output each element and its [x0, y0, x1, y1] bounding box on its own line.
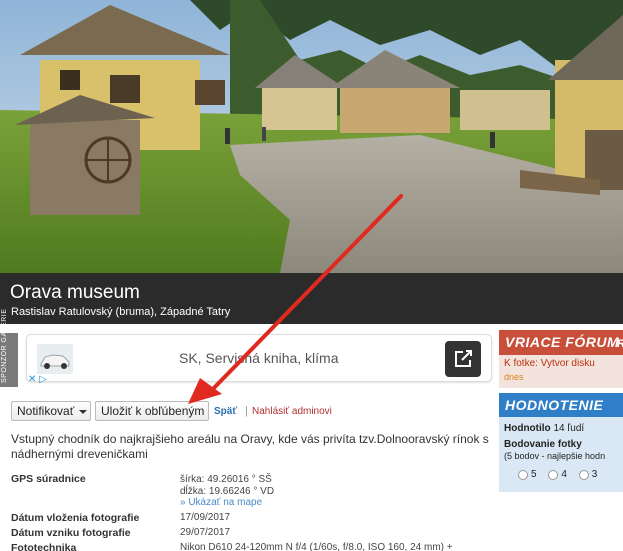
- open-external-icon[interactable]: [445, 341, 481, 377]
- ad-car-image: [37, 344, 73, 374]
- report-admin-link[interactable]: Nahlásiť adminovi: [252, 406, 332, 417]
- scoring-hint: (5 bodov - najlepšie hodn: [504, 451, 606, 461]
- separator: |: [245, 405, 248, 417]
- photo-description: Vstupný chodník do najkrajšieho areálu n…: [11, 432, 489, 461]
- sponsor-label: SPONZOR GALERIE: [0, 309, 18, 387]
- hero-photo[interactable]: [0, 0, 623, 273]
- photo-title: Orava museum: [10, 282, 140, 303]
- rating-header: HODNOTENIE: [499, 393, 623, 417]
- created-date-label: Dátum vzniku fotografie: [11, 527, 131, 539]
- created-date-value: 29/07/2017: [180, 527, 231, 538]
- notify-dropdown-button[interactable]: Notifikovať: [11, 401, 91, 421]
- forum-post-link[interactable]: K fotke: Vytvor disku: [504, 358, 595, 369]
- ad-choices-icon[interactable]: ✕ ▷: [28, 374, 47, 385]
- rating-radio-3[interactable]: [578, 469, 589, 480]
- rating-radio-5[interactable]: [518, 469, 528, 480]
- scoring-label: Bodovanie fotky: [504, 439, 582, 450]
- gps-longitude: dĺžka: 19.66246 ° VD: [180, 486, 275, 497]
- back-link[interactable]: Späť: [214, 406, 237, 417]
- chevron-down-icon: [79, 409, 88, 414]
- forum-panel: K fotke: Vytvor disku dnes: [499, 355, 623, 388]
- rating-radio-4[interactable]: [548, 469, 559, 480]
- forum-header[interactable]: VRIACE FÓRUM R: [499, 330, 623, 355]
- upload-date-value: 17/09/2017: [180, 512, 231, 523]
- photo-title-bar: Orava museum Rastislav Ratulovský (bruma…: [0, 273, 623, 324]
- ad-banner[interactable]: SK, Servisná kniha, klíma: [26, 334, 492, 382]
- photo-author[interactable]: Rastislav Ratulovský (bruma), Západné Ta…: [11, 306, 230, 318]
- technique-label: Fototechnika: [11, 542, 77, 551]
- technique-value: Nikon D610 24-120mm N f/4 (1/60s, f/8.0,…: [180, 542, 453, 551]
- save-to-favorites-button[interactable]: Uložiť k obľúbeným: [95, 401, 209, 421]
- ad-text[interactable]: SK, Servisná kniha, klíma: [179, 350, 339, 366]
- show-on-map-link[interactable]: » Ukázať na mape: [180, 497, 262, 508]
- gps-latitude: šírka: 49.26016 ° SŠ: [180, 474, 272, 485]
- rating-options: 5 4 3: [518, 469, 606, 480]
- gps-label: GPS súradnice: [11, 473, 86, 485]
- rating-panel: Hodnotilo 14 ľudí Bodovanie fotky (5 bod…: [499, 417, 623, 492]
- forum-post-time: dnes: [504, 372, 524, 382]
- upload-date-label: Dátum vloženia fotografie: [11, 512, 140, 524]
- rated-count: Hodnotilo 14 ľudí: [504, 423, 585, 434]
